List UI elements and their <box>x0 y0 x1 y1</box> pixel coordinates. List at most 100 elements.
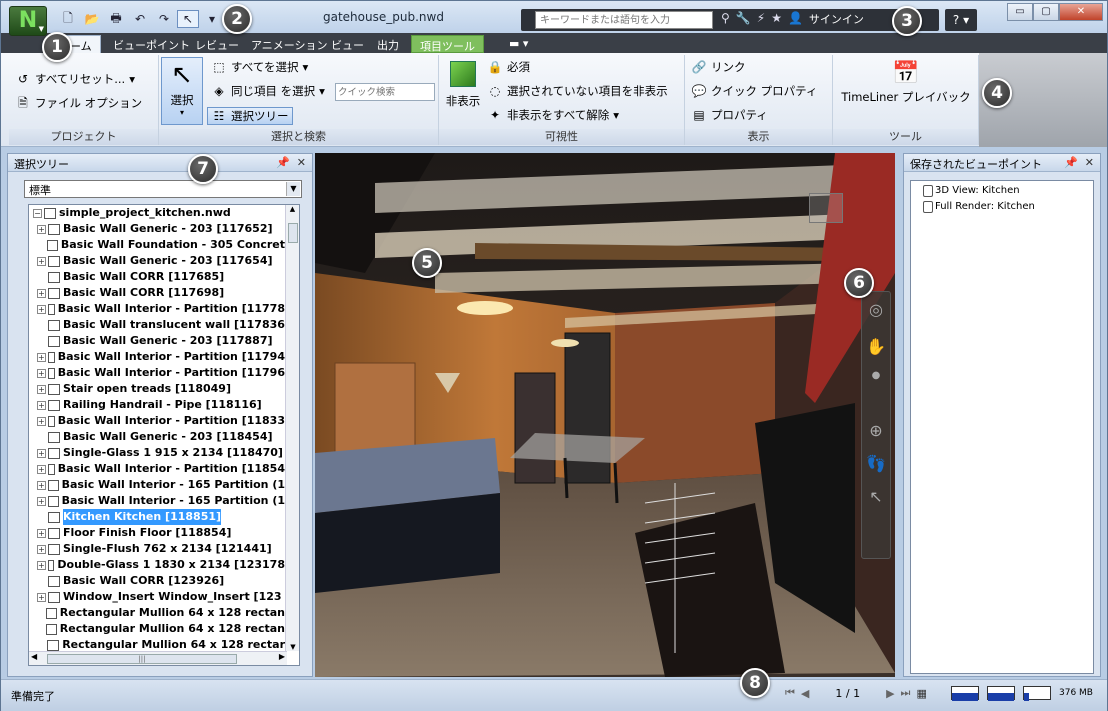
tree-item[interactable]: Basic Wall Foundation - 305 Concret <box>29 237 285 253</box>
select-all-button[interactable]: ⬚ すべてを選択 ▾ <box>211 59 308 75</box>
expand-icon[interactable]: + <box>37 256 46 266</box>
expand-icon[interactable]: + <box>37 480 46 490</box>
scroll-right-icon[interactable]: ▶ <box>279 652 285 661</box>
tab-review[interactable]: レビュー <box>187 35 247 53</box>
expand-icon[interactable]: + <box>37 560 46 570</box>
vertical-scroll-thumb[interactable] <box>288 223 298 243</box>
tree-item[interactable]: Basic Wall translucent wall [117836 <box>29 317 285 333</box>
selection-tree-button[interactable]: ☷ 選択ツリー <box>207 107 293 125</box>
expand-icon[interactable]: + <box>37 416 46 426</box>
tree-item[interactable]: + Window_Insert Window_Insert [123 <box>29 589 285 605</box>
select-cursor-icon[interactable]: ↖ <box>177 10 199 28</box>
tree-mode-select[interactable]: 標準 ▼ <box>24 180 302 198</box>
tree-item[interactable]: + Basic Wall Generic - 203 [117654] <box>29 253 285 269</box>
vertical-scrollbar[interactable]: ▲ ▼ <box>285 205 299 651</box>
sheet-browser-icon[interactable]: ▦ <box>916 687 926 700</box>
expand-icon[interactable]: + <box>37 496 46 506</box>
prev-page-icon[interactable]: ◀ <box>801 687 809 700</box>
scroll-down-icon[interactable]: ▼ <box>286 643 299 651</box>
tree-item[interactable]: Kitchen Kitchen [118851] <box>29 509 285 525</box>
tree-item[interactable]: + Railing Handrail - Pipe [118116] <box>29 397 285 413</box>
pin-icon[interactable]: 📌 <box>276 156 290 169</box>
links-button[interactable]: 🔗 リンク <box>691 59 746 75</box>
scroll-left-icon[interactable]: ◀ <box>31 652 37 661</box>
hide-button[interactable]: 非表示 <box>443 59 483 119</box>
expand-icon[interactable]: + <box>37 368 46 378</box>
tab-output[interactable]: 出力 <box>369 35 407 53</box>
tab-animation[interactable]: アニメーション <box>243 35 336 53</box>
expand-icon[interactable]: + <box>37 288 46 298</box>
file-options-button[interactable]: 🗎 ファイル オプション <box>15 95 142 111</box>
pane-close-icon[interactable]: ✕ <box>297 156 306 169</box>
expand-icon[interactable]: + <box>37 448 46 458</box>
walk-footprints-icon[interactable]: 👣 <box>862 454 890 473</box>
minimize-button[interactable]: ▭ <box>1007 3 1033 21</box>
tab-viewpoint[interactable]: ビューポイント <box>105 35 198 53</box>
pane-close-icon[interactable]: ✕ <box>1085 156 1094 169</box>
tree-item[interactable]: + Basic Wall CORR [117698] <box>29 285 285 301</box>
select-pointer-icon[interactable]: ↖ <box>862 487 890 506</box>
expand-icon[interactable]: + <box>37 304 46 314</box>
unhide-all-button[interactable]: ✦ 非表示をすべて解除 ▾ <box>487 107 619 123</box>
redo-icon[interactable]: ↷ <box>153 10 175 28</box>
tree-item[interactable]: + Basic Wall Interior - 165 Partition (1 <box>29 493 285 509</box>
help-button[interactable]: ? ▾ <box>945 9 977 31</box>
tree-item[interactable]: + Stair open treads [118049] <box>29 381 285 397</box>
keyword-search-input[interactable] <box>535 11 713 29</box>
collapse-icon[interactable]: − <box>33 208 42 218</box>
tree-item[interactable]: + Single-Glass 1 915 x 2134 [118470] <box>29 445 285 461</box>
expand-icon[interactable]: + <box>37 464 46 474</box>
quick-properties-button[interactable]: 💬 クイック プロパティ <box>691 83 818 99</box>
expand-icon[interactable]: + <box>37 352 46 362</box>
pan-hand-icon[interactable]: ✋ <box>862 337 890 356</box>
tab-item-tools[interactable]: 項目ツール <box>411 35 484 53</box>
last-page-icon[interactable]: ⏭ <box>901 686 911 700</box>
tree-item[interactable]: Rectangular Mullion 64 x 128 rectan <box>29 621 285 637</box>
orbit-icon[interactable]: ⊕ <box>862 421 890 440</box>
horizontal-scroll-thumb[interactable]: ||| <box>47 654 237 664</box>
tab-view[interactable]: ビュー <box>323 35 372 53</box>
undo-icon[interactable]: ↶ <box>129 10 151 28</box>
properties-button[interactable]: ▤ プロパティ <box>691 107 767 123</box>
select-button[interactable]: ↖ 選択 ▾ <box>161 57 203 125</box>
required-button[interactable]: 🔒 必須 <box>487 59 530 75</box>
tree-item[interactable]: + Basic Wall Interior - Partition [11796 <box>29 365 285 381</box>
print-icon[interactable]: 🖶 <box>105 10 127 28</box>
maximize-button[interactable]: ▢ <box>1033 3 1059 21</box>
tree-item[interactable]: Basic Wall Generic - 203 [118454] <box>29 429 285 445</box>
expand-icon[interactable]: + <box>37 528 46 538</box>
steering-wheel-icon[interactable]: ◎ <box>862 300 890 319</box>
select-same-button[interactable]: ◈ 同じ項目 を選択 ▾ <box>211 83 325 99</box>
zoom-icon[interactable]: ● <box>862 370 890 381</box>
3d-viewport[interactable]: ◎ ✋ ● ⊕ 👣 ↖ <box>315 153 895 677</box>
horizontal-scrollbar[interactable]: ◀ ||| ▶ <box>29 651 287 665</box>
quick-search-input[interactable] <box>335 83 435 101</box>
close-button[interactable]: ✕ <box>1059 3 1103 21</box>
tree-item[interactable]: + Floor Finish Floor [118854] <box>29 525 285 541</box>
viewpoint-item[interactable]: Full Render: Kitchen <box>911 199 1093 215</box>
signin-button[interactable]: サインイン <box>809 11 864 27</box>
expand-icon[interactable]: + <box>37 384 46 394</box>
tree-item[interactable]: + Basic Wall Interior - Partition [11794 <box>29 349 285 365</box>
tree-item[interactable]: Basic Wall CORR [117685] <box>29 269 285 285</box>
expand-icon[interactable]: + <box>37 400 46 410</box>
reset-all-button[interactable]: ↺ すべてリセット... ▾ <box>15 71 135 87</box>
expand-icon[interactable]: + <box>37 592 46 602</box>
scroll-up-icon[interactable]: ▲ <box>286 205 299 213</box>
next-page-icon[interactable]: ▶ <box>886 687 894 700</box>
favorites-star-icon[interactable]: ★ <box>771 11 782 27</box>
hide-unselected-button[interactable]: ◌ 選択されていない項目を非表示 <box>487 83 668 99</box>
expand-icon[interactable]: + <box>37 224 46 234</box>
wrench-icon[interactable]: 🔧 <box>736 11 751 27</box>
tree-item[interactable]: + Basic Wall Interior - 165 Partition (1 <box>29 477 285 493</box>
tree-item[interactable]: Basic Wall Generic - 203 [117887] <box>29 333 285 349</box>
tree-root[interactable]: − simple_project_kitchen.nwd <box>29 205 285 221</box>
new-file-icon[interactable]: 🗋 <box>57 10 79 28</box>
tree-item[interactable]: + Basic Wall Interior - Partition [11854 <box>29 461 285 477</box>
tree-item[interactable]: + Basic Wall Interior - Partition [11778 <box>29 301 285 317</box>
viewpoint-item[interactable]: 3D View: Kitchen <box>911 183 1093 199</box>
qat-dropdown-icon[interactable]: ▾ <box>201 10 223 28</box>
expand-icon[interactable]: + <box>37 544 46 554</box>
satellite-icon[interactable]: ⚡ <box>757 11 765 27</box>
tree-item[interactable]: + Double-Glass 1 1830 x 2134 [123178 <box>29 557 285 573</box>
